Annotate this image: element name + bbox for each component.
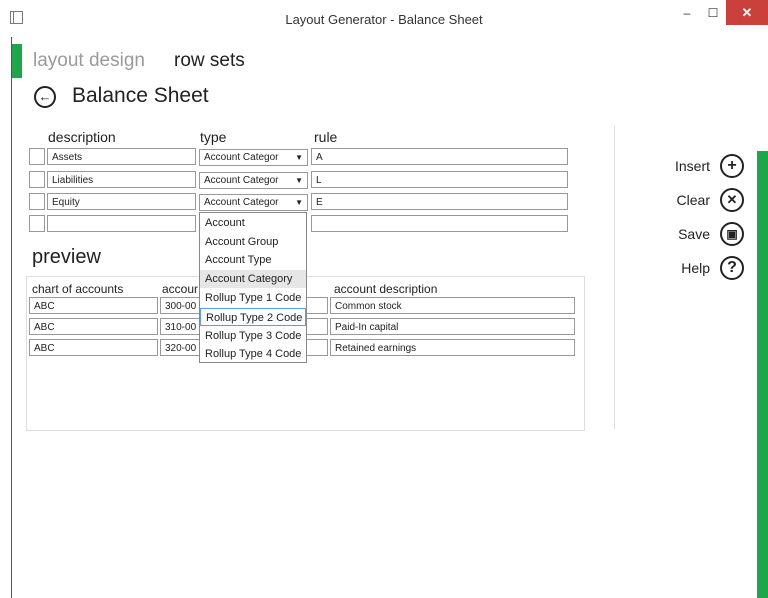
title-bar: Layout Generator - Balance Sheet – ☐ ✕	[0, 0, 768, 37]
preview-description-cell: Retained earnings	[330, 339, 575, 356]
accent-bar-right	[757, 151, 768, 598]
type-column-header: type	[200, 129, 227, 145]
type-dropdown-value: Account Categor	[204, 152, 279, 163]
preview-title: preview	[32, 246, 101, 268]
save-label: Save	[678, 226, 710, 242]
description-input[interactable]: Assets	[47, 148, 196, 165]
chart-of-accounts-header: chart of accounts	[32, 282, 124, 296]
help-button[interactable]: Help ?	[650, 256, 750, 280]
window-frame-left	[11, 37, 12, 598]
description-input[interactable]: Equity	[47, 193, 196, 210]
rule-column-header: rule	[314, 129, 338, 145]
type-dropdown[interactable]: Account Categor ▼	[199, 149, 308, 166]
rule-input[interactable]: L	[311, 171, 568, 188]
back-arrow-icon[interactable]: ←	[34, 86, 56, 108]
description-input[interactable]	[47, 215, 196, 232]
rule-input[interactable]: A	[311, 148, 568, 165]
minimize-button[interactable]: –	[674, 0, 700, 25]
save-icon: ▣	[720, 222, 744, 246]
accent-bar-left	[12, 44, 22, 78]
chevron-down-icon: ▼	[295, 153, 303, 162]
chevron-down-icon: ▼	[295, 176, 303, 185]
preview-description-cell: Paid-In capital	[330, 318, 575, 335]
dropdown-option-rollup-type-1[interactable]: Rollup Type 1 Code	[200, 289, 306, 307]
dropdown-option-rollup-type-4[interactable]: Rollup Type 4 Code	[200, 345, 306, 363]
page-title: Balance Sheet	[72, 84, 209, 107]
help-label: Help	[681, 260, 710, 276]
type-dropdown[interactable]: Account Categor ▼	[199, 194, 308, 211]
plus-icon: +	[720, 154, 744, 178]
dropdown-option-rollup-type-3[interactable]: Rollup Type 3 Code	[200, 327, 306, 345]
preview-chart-cell: ABC	[29, 339, 158, 356]
row-select-checkbox[interactable]	[29, 171, 45, 188]
type-dropdown-value: Account Categor	[204, 197, 279, 208]
row-select-checkbox[interactable]	[29, 148, 45, 165]
help-icon: ?	[720, 256, 744, 280]
dropdown-option-account-type[interactable]: Account Type	[200, 251, 306, 269]
dropdown-option-account-group[interactable]: Account Group	[200, 233, 306, 251]
preview-extra-cell	[306, 318, 328, 335]
close-button[interactable]: ✕	[726, 0, 768, 25]
dropdown-option-account[interactable]: Account	[200, 214, 306, 232]
chevron-down-icon: ▼	[295, 198, 303, 207]
type-dropdown-popup: Account Account Group Account Type Accou…	[199, 212, 307, 363]
rule-input[interactable]: E	[311, 193, 568, 210]
preview-extra-cell	[306, 339, 328, 356]
description-input[interactable]: Liabilities	[47, 171, 196, 188]
clear-label: Clear	[676, 192, 710, 208]
preview-extra-cell	[306, 297, 328, 314]
preview-description-cell: Common stock	[330, 297, 575, 314]
dropdown-option-account-category[interactable]: Account Category	[200, 270, 306, 288]
dropdown-option-rollup-type-2[interactable]: Rollup Type 2 Code	[200, 308, 306, 326]
description-column-header: description	[48, 129, 116, 145]
save-button[interactable]: Save ▣	[650, 222, 750, 246]
type-dropdown[interactable]: Account Categor ▼	[199, 172, 308, 189]
clear-button[interactable]: Clear ✕	[650, 188, 750, 212]
insert-label: Insert	[674, 158, 710, 174]
window-title: Layout Generator - Balance Sheet	[285, 12, 483, 27]
type-dropdown-value: Account Categor	[204, 175, 279, 186]
account-description-header: account description	[334, 282, 438, 296]
row-select-checkbox[interactable]	[29, 215, 45, 232]
tab-layout-design[interactable]: layout design	[33, 50, 145, 72]
preview-chart-cell: ABC	[29, 318, 158, 335]
preview-chart-cell: ABC	[29, 297, 158, 314]
insert-button[interactable]: Insert +	[650, 154, 750, 178]
maximize-button[interactable]: ☐	[700, 0, 726, 25]
rule-input[interactable]	[311, 215, 568, 232]
account-header: accour	[162, 282, 199, 296]
row-select-checkbox[interactable]	[29, 193, 45, 210]
tab-row-sets[interactable]: row sets	[174, 50, 245, 72]
clear-icon: ✕	[720, 188, 744, 212]
panel-divider	[614, 126, 615, 429]
